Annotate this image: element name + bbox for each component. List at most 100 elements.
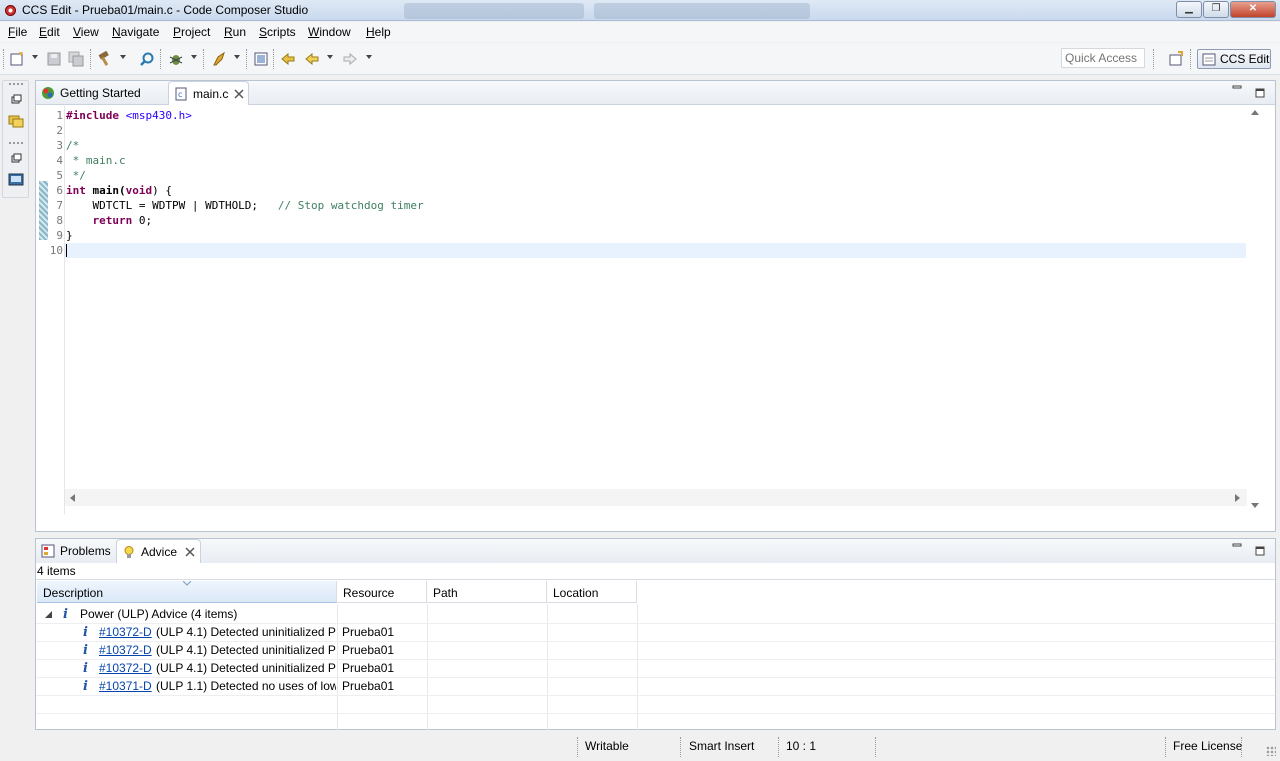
source-code[interactable]: #include <msp430.h> /* * main.c */int ma… xyxy=(66,108,424,258)
code-line[interactable]: WDTCTL = WDTPW | WDTHOLD; // Stop watchd… xyxy=(66,198,423,213)
debug-dropdown-icon[interactable] xyxy=(191,55,197,59)
table-row[interactable]: i #10372-D (ULP 4.1) Detected uninitiali… xyxy=(36,659,1275,677)
expand-toggle-icon[interactable] xyxy=(45,611,52,618)
column-header-resource[interactable]: Resource xyxy=(337,581,427,603)
column-header-description[interactable]: Description xyxy=(37,581,337,603)
tab-problems[interactable]: Problems xyxy=(36,539,114,563)
line-number: 3 xyxy=(56,139,63,152)
new-file-icon[interactable] xyxy=(9,51,25,67)
last-edit-icon[interactable] xyxy=(280,51,296,67)
table-row[interactable]: i #10372-D (ULP 4.1) Detected uninitiali… xyxy=(36,641,1275,659)
maximize-button[interactable]: ❐ xyxy=(1203,1,1229,18)
code-line[interactable]: /* xyxy=(66,138,424,153)
advice-id-link[interactable]: #10372-D xyxy=(99,659,152,677)
menu-window[interactable]: Window xyxy=(308,25,351,39)
new-dropdown-icon[interactable] xyxy=(32,55,38,59)
advice-id-link[interactable]: #10372-D xyxy=(99,641,152,659)
column-header-location[interactable]: Location xyxy=(547,581,637,603)
tab-main-c[interactable]: c main.c xyxy=(168,81,249,105)
resize-grip[interactable] xyxy=(1266,746,1276,756)
code-token: * main.c xyxy=(66,154,126,167)
line-number: 4 xyxy=(56,154,63,167)
status-license: Free License xyxy=(1173,739,1243,753)
minimize-view-icon[interactable] xyxy=(1232,543,1242,553)
restore-icon[interactable] xyxy=(10,153,22,165)
code-token: 0; xyxy=(132,214,153,227)
scroll-right-icon[interactable] xyxy=(1235,494,1241,502)
tab-getting-started[interactable]: Getting Started xyxy=(36,81,166,105)
menu-run[interactable]: Run xyxy=(224,25,246,39)
build-dropdown-icon[interactable] xyxy=(120,55,126,59)
forward-dropdown-icon[interactable] xyxy=(366,55,372,59)
line-number: 10 xyxy=(49,244,63,257)
back-arrow-icon[interactable] xyxy=(304,51,320,67)
scroll-up-icon[interactable] xyxy=(1251,109,1259,115)
code-line[interactable]: int main(void) { xyxy=(66,183,424,198)
save-all-icon[interactable] xyxy=(68,51,84,67)
search-icon[interactable] xyxy=(139,51,155,67)
status-insert-mode[interactable]: Smart Insert xyxy=(689,739,754,753)
code-line[interactable]: } xyxy=(66,228,424,243)
forward-arrow-icon[interactable] xyxy=(342,51,358,67)
maximize-view-icon[interactable] xyxy=(1255,88,1265,98)
advice-resource: Prueba01 xyxy=(342,625,395,639)
toolbar-separator xyxy=(1190,49,1192,69)
menu-file[interactable]: File xyxy=(8,25,27,39)
flash-dropdown-icon[interactable] xyxy=(234,55,240,59)
minimize-button[interactable]: ▁ xyxy=(1176,1,1202,18)
project-explorer-icon[interactable] xyxy=(8,113,24,129)
outline-icon[interactable] xyxy=(8,172,24,188)
toolbar-separator xyxy=(273,49,275,69)
horizontal-scrollbar[interactable] xyxy=(65,489,1247,506)
tab-label: Problems xyxy=(60,544,111,558)
code-token: main( xyxy=(85,184,126,197)
flash-program-icon[interactable] xyxy=(211,51,227,67)
close-tab-icon[interactable] xyxy=(185,547,195,557)
ccs-edit-perspective-button[interactable]: CCS Edit xyxy=(1197,49,1271,69)
scroll-left-icon[interactable] xyxy=(69,494,75,502)
maximize-view-icon[interactable] xyxy=(1255,546,1265,556)
code-editor[interactable]: 1 2 3 4 5 6 7 8 9 10 #include <msp430.h> /* * mai… xyxy=(36,106,1275,514)
toolbar-separator xyxy=(160,49,162,69)
open-perspective-icon[interactable] xyxy=(1168,51,1184,67)
menu-navigate[interactable]: Navigate xyxy=(112,25,159,39)
close-tab-icon[interactable] xyxy=(234,89,244,99)
close-button[interactable]: ✕ xyxy=(1230,1,1276,18)
menu-edit[interactable]: Edit xyxy=(39,25,60,39)
advice-id-link[interactable]: #10371-D xyxy=(99,677,152,695)
group-label: Power (ULP) Advice (4 items) xyxy=(80,607,238,621)
line-number: 5 xyxy=(56,169,63,182)
code-line[interactable]: * main.c xyxy=(66,153,424,168)
debug-bug-icon[interactable] xyxy=(168,51,184,67)
column-header-path[interactable]: Path xyxy=(427,581,547,603)
advice-resource: Prueba01 xyxy=(342,679,395,693)
code-line[interactable] xyxy=(66,123,424,138)
save-icon[interactable] xyxy=(46,51,62,67)
advice-id-link[interactable]: #10372-D xyxy=(99,623,152,641)
code-line[interactable] xyxy=(66,243,424,258)
menu-view[interactable]: View xyxy=(73,25,99,39)
code-token: void xyxy=(125,184,153,197)
minimize-view-icon[interactable] xyxy=(1232,85,1242,95)
tab-advice[interactable]: Advice xyxy=(116,539,201,563)
item-count: 4 items xyxy=(37,564,76,578)
table-row[interactable]: i #10371-D (ULP 1.1) Detected no uses of… xyxy=(36,677,1275,695)
menu-scripts[interactable]: Scripts xyxy=(259,25,296,39)
menu-help[interactable]: Help xyxy=(366,25,391,39)
back-dropdown-icon[interactable] xyxy=(327,55,333,59)
build-hammer-icon[interactable] xyxy=(97,51,113,67)
code-line[interactable]: return 0; xyxy=(66,213,424,228)
code-line[interactable]: #include <msp430.h> xyxy=(66,108,424,123)
restore-icon[interactable] xyxy=(10,94,22,106)
ccs-app-icon[interactable] xyxy=(4,4,17,17)
toggle-view-icon[interactable] xyxy=(253,51,269,67)
table-row[interactable]: i #10372-D (ULP 4.1) Detected uninitiali… xyxy=(36,623,1275,641)
menu-project[interactable]: Project xyxy=(173,25,210,39)
quick-access-input[interactable] xyxy=(1061,48,1145,68)
vertical-scrollbar[interactable] xyxy=(1247,106,1264,514)
code-token: ) { xyxy=(152,184,172,197)
advice-group-row[interactable]: i Power (ULP) Advice (4 items) xyxy=(36,605,1275,623)
code-line[interactable]: */ xyxy=(66,168,424,183)
line-number-ruler: 1 2 3 4 5 6 7 8 9 10 xyxy=(48,108,63,258)
scroll-down-icon[interactable] xyxy=(1251,503,1259,509)
